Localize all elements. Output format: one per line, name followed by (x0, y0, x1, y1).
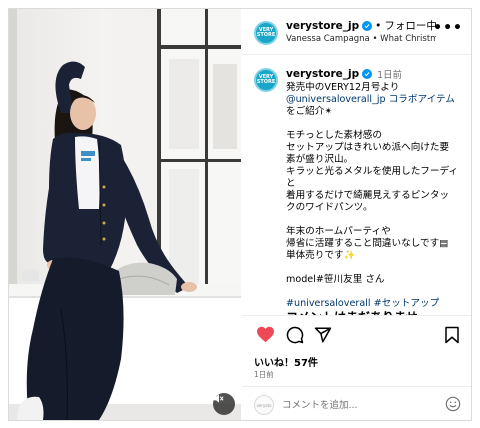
caption-line: モチっとした素材感の (286, 130, 382, 141)
share-icon[interactable] (314, 326, 332, 344)
post-dialog: VERY STORE verystore_jp • フォロー中 Vanessa … (8, 8, 472, 421)
more-icon[interactable]: ••• (433, 21, 463, 35)
caption-line: 帰省に活躍すること間違いなしです▤ (286, 238, 449, 249)
account-avatar[interactable]: VERY STORE (254, 21, 278, 45)
caption-line: キラッと光るメタルを使用したフーディ (286, 166, 459, 177)
caption-line-blank (286, 118, 466, 130)
verified-badge-icon (362, 20, 373, 31)
post-side-panel: VERY STORE verystore_jp • フォロー中 Vanessa … (242, 9, 471, 420)
caption-line: 単体売りです✨ (286, 250, 356, 261)
heart-icon[interactable] (256, 326, 275, 343)
header-user-line: verystore_jp • フォロー中 (286, 18, 437, 33)
audio-subtitle[interactable]: Vanessa Campagna • What Christm... (286, 34, 436, 44)
post-actions: いいね！57件 1日前 verysto (242, 315, 471, 420)
caption-line: クのワイドパンツ。 (286, 202, 373, 213)
comment-avatar: verysto (254, 395, 274, 415)
caption-line: 素が盛り沢山。 (286, 154, 354, 165)
mute-icon (213, 394, 224, 403)
caption-line-blank (286, 262, 466, 274)
caption-area: VERY STORE verystore_jp 1日前 発売中のVERY12月号… (242, 56, 471, 316)
mute-button[interactable] (213, 393, 235, 415)
caption-line-blank (286, 214, 466, 226)
separator-dot: • (375, 19, 382, 32)
caption-line: をご紹介✴︎ (286, 106, 333, 117)
avatar-logo-text: VERY STORE (256, 26, 276, 38)
caption-line: 発売中のVERY12月号より (286, 82, 400, 93)
post-date: 1日前 (254, 370, 274, 379)
caption-model-line: model#笹川友里 さん (286, 274, 385, 285)
like-count[interactable]: いいね！57件 (254, 354, 318, 369)
header-username[interactable]: verystore_jp (286, 20, 359, 32)
follow-status-button[interactable]: フォロー中 (384, 18, 437, 33)
comment-bar: verysto (242, 386, 471, 420)
caption-time: 1日前 (377, 70, 403, 81)
caption-username[interactable]: verystore_jp (286, 68, 359, 80)
caption-header: verystore_jp 1日前 (286, 67, 402, 81)
comment-icon[interactable] (286, 326, 304, 344)
post-header: VERY STORE verystore_jp • フォロー中 Vanessa … (242, 9, 471, 55)
verified-badge-icon (362, 69, 373, 79)
caption-line: セットアップはきれいめ派へ向けた要 (286, 142, 450, 153)
comment-input[interactable] (282, 395, 432, 415)
comment-avatar-text: verysto (256, 402, 272, 408)
caption-text: 発売中のVERY12月号より @universaloverall_jp コラボア… (286, 82, 466, 310)
caption-mention-link[interactable]: @universaloverall_jp コラボアイテム (286, 94, 466, 106)
bookmark-icon[interactable] (444, 326, 460, 344)
photo-illustration (9, 9, 241, 420)
caption-line: と (286, 178, 296, 189)
post-photo[interactable] (9, 9, 241, 420)
caption-line: 年末のホームパーティや (286, 226, 391, 237)
caption-line: 着用するだけで綺麗見えするピンタッ (286, 190, 450, 201)
caption-line-blank (286, 286, 466, 298)
smile-emoji-icon[interactable] (445, 396, 461, 412)
caption-avatar-text: VERY STORE (256, 73, 276, 85)
caption-avatar[interactable]: VERY STORE (254, 68, 278, 92)
